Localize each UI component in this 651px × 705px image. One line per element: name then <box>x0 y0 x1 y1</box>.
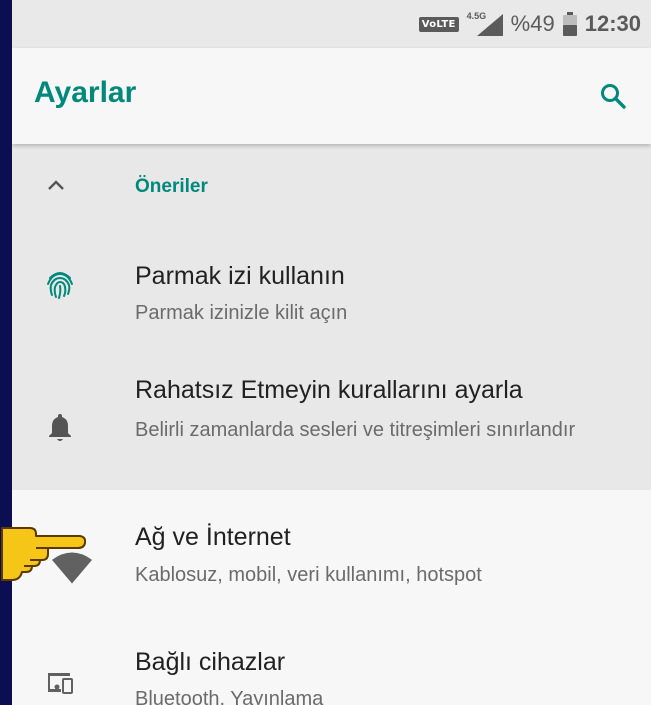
settings-item-connected-devices[interactable]: Bağlı cihazlar Bluetooth, Yayınlama <box>12 635 651 705</box>
devices-icon <box>40 663 80 703</box>
status-indicators: VoLTE 4.5G %49 12:30 <box>418 10 641 38</box>
suggestion-title: Rahatsız Etmeyin kurallarını ayarla <box>135 376 523 404</box>
signal-icon <box>476 14 503 36</box>
battery-percent: %49 <box>510 11 555 36</box>
fingerprint-icon <box>40 264 80 304</box>
settings-item-subtitle: Bluetooth, Yayınlama <box>135 688 324 705</box>
settings-item-network[interactable]: Ağ ve İnternet Kablosuz, mobil, veri kul… <box>12 510 651 620</box>
battery-icon <box>562 12 577 36</box>
page-title: Ayarlar <box>34 76 137 109</box>
clock: 12:30 <box>584 11 641 36</box>
search-icon <box>601 84 626 109</box>
chevron-up-icon[interactable] <box>46 176 66 196</box>
search-button[interactable] <box>591 74 635 118</box>
settings-list: Ağ ve İnternet Kablosuz, mobil, veri kul… <box>12 490 651 705</box>
settings-item-title: Ağ ve İnternet <box>135 523 291 551</box>
suggestion-do-not-disturb[interactable]: Rahatsız Etmeyin kurallarını ayarla Beli… <box>12 359 651 489</box>
suggestion-fingerprint[interactable]: Parmak izi kullanın Parmak izinizle kili… <box>12 242 651 342</box>
suggestion-title: Parmak izi kullanın <box>135 262 345 290</box>
signal-indicator: 4.5G <box>467 10 503 38</box>
suggestion-subtitle: Parmak izinizle kilit açın <box>135 302 348 324</box>
bell-icon <box>40 407 80 447</box>
volte-badge: VoLTE <box>418 16 459 32</box>
pointing-hand-icon <box>0 518 87 589</box>
suggestion-subtitle: Belirli zamanlarda sesleri ve titreşimle… <box>135 419 576 441</box>
suggestions-header[interactable]: Öneriler <box>12 144 651 232</box>
status-bar: VoLTE 4.5G %49 12:30 <box>12 0 651 48</box>
settings-item-subtitle: Kablosuz, mobil, veri kullanımı, hotspot <box>135 564 482 586</box>
suggestions-title: Öneriler <box>135 176 208 197</box>
settings-item-title: Bağlı cihazlar <box>135 648 286 676</box>
app-bar: Ayarlar <box>12 48 651 144</box>
screen: VoLTE 4.5G %49 12:30 Ayarlar Öneriler Pa… <box>12 0 651 705</box>
suggestions-section: Öneriler Parmak izi kullanın Parmak izin… <box>12 144 651 490</box>
